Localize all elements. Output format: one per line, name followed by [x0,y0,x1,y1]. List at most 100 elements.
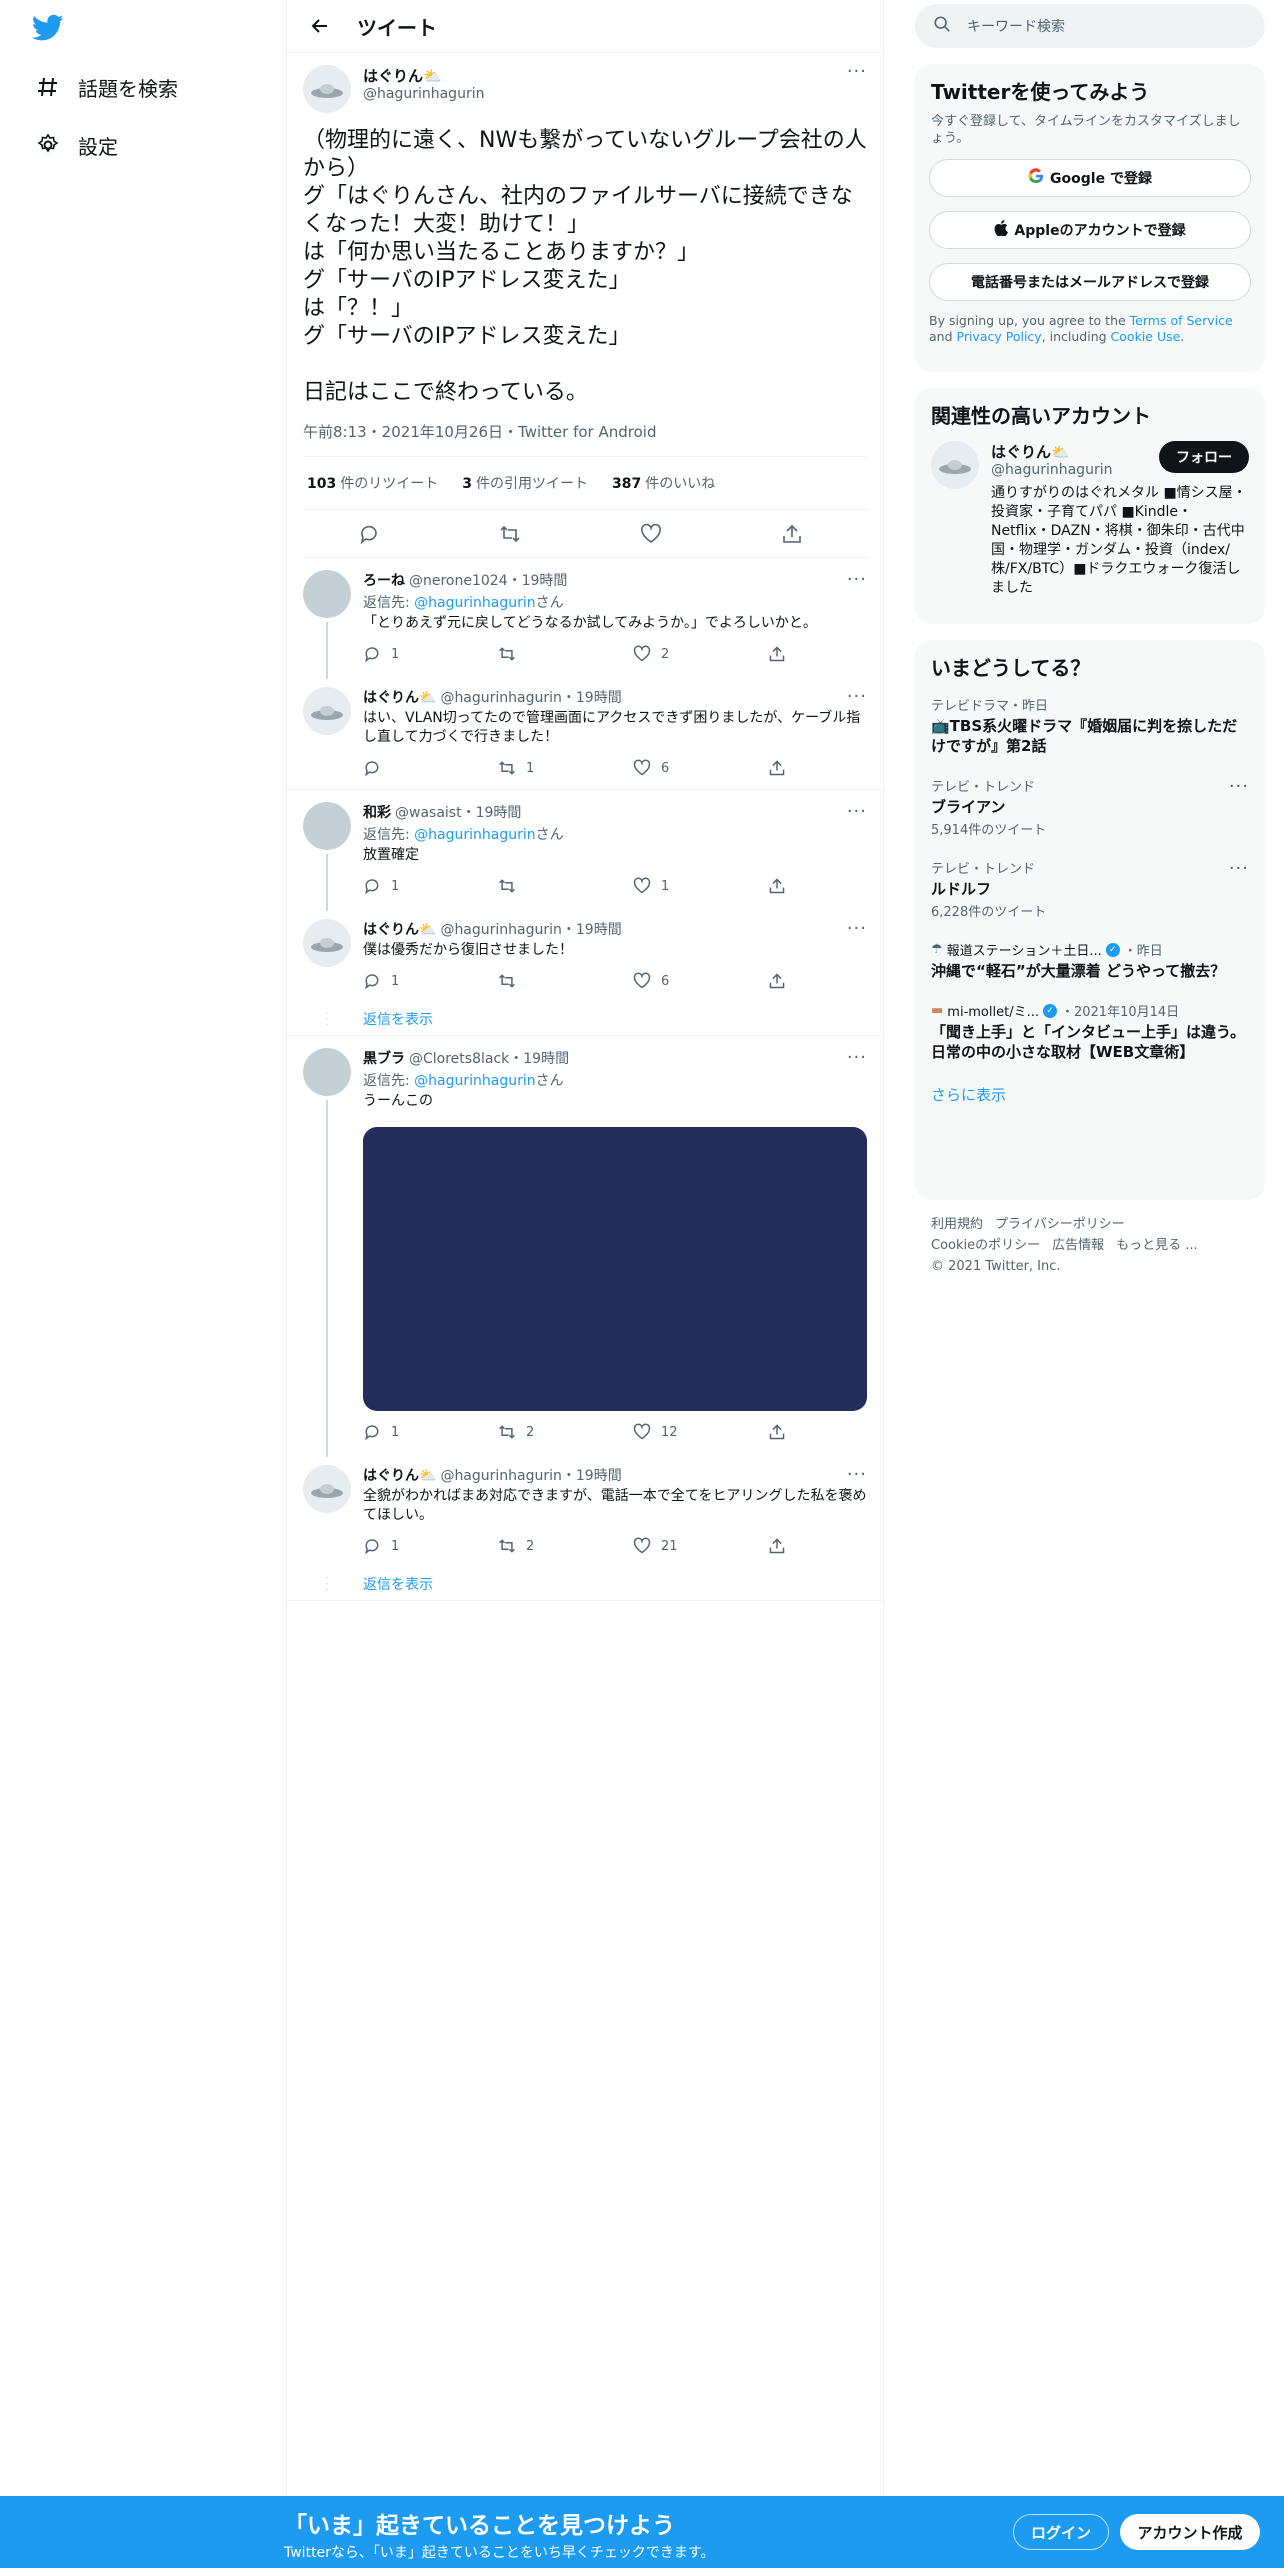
reply-tweet[interactable]: ろーね @nerone1024・19時間 ··· 返信先: @hagurinha… [287,558,883,679]
reply-icon[interactable] [358,523,390,545]
reply-tweet[interactable]: はぐりん⛅ @hagurinhagurin・19時間 ··· はい、VLAN切っ… [287,675,883,790]
like-icon[interactable]: 21 [633,1537,768,1555]
nav-explore[interactable]: 話題を検索 [34,67,178,107]
privacy-link[interactable]: Privacy Policy [957,329,1042,344]
avatar[interactable] [303,919,351,967]
like-count[interactable]: 387 件のいいね [612,473,715,493]
mention-link[interactable]: @hagurinhagurin [414,1073,535,1089]
more-options-icon[interactable]: ··· [847,571,867,589]
like-icon[interactable] [640,523,672,545]
nav-settings[interactable]: 設定 [34,125,118,165]
share-icon[interactable] [768,645,796,663]
reply-author-handle[interactable]: @nerone1024・19時間 [409,570,567,590]
reply-icon[interactable]: 1 [363,877,498,895]
more-options-icon[interactable]: ··· [847,1466,867,1484]
reply-tweet[interactable]: はぐりん⛅ @hagurinhagurin・19時間 ··· 全貌がわかればまあ… [287,1453,883,1567]
reply-tweet[interactable]: 黒ブラ @Clorets8lack・19時間 ··· 返信先: @hagurin… [287,1036,883,1457]
trend-item[interactable]: テレビ・トレンド ルドルフ 6,228件のツイート ··· [915,848,1265,930]
more-options-icon[interactable]: ··· [1229,778,1249,796]
reply-tweet[interactable]: はぐりん⛅ @hagurinhagurin・19時間 ··· 僕は優秀だから復旧… [287,907,883,1002]
avatar[interactable] [303,802,351,850]
back-arrow-icon[interactable] [303,9,337,43]
reply-icon[interactable]: 1 [363,1537,498,1555]
avatar[interactable] [303,687,351,735]
like-icon[interactable]: 12 [633,1423,768,1441]
google-signup-button[interactable]: Google で登録 [929,159,1251,197]
more-options-icon[interactable]: ··· [847,1049,867,1067]
search-input[interactable]: キーワード検索 [915,4,1265,48]
phone-email-signup-button[interactable]: 電話番号またはメールアドレスで登録 [929,263,1251,301]
apple-signup-button[interactable]: Appleのアカウントで登録 [929,211,1251,249]
share-icon[interactable] [768,877,796,895]
show-more-trends-link[interactable]: さらに表示 [915,1072,1265,1117]
cookie-link[interactable]: Cookie Use [1111,329,1181,344]
avatar[interactable] [931,441,979,489]
share-icon[interactable] [768,1537,796,1555]
trend-item[interactable]: ☂ 報道ステーション＋土日... ✓ ・昨日 沖縄で“軽石”が大量漂着 どうやって撤去… [915,930,1265,991]
footer-more-link[interactable]: もっと見る ... [1116,1238,1198,1253]
retweet-icon[interactable] [498,877,633,895]
trend-item[interactable]: テレビ・トレンド ブライアン 5,914件のツイート ··· [915,766,1265,848]
retweet-icon[interactable]: 2 [498,1423,633,1441]
more-options-icon[interactable]: ··· [847,63,867,81]
avatar[interactable] [303,1048,351,1096]
more-options-icon[interactable]: ··· [847,803,867,821]
reply-author-name[interactable]: 和彩 [363,802,391,822]
follow-button[interactable]: フォロー [1159,441,1249,473]
show-replies-label[interactable]: 返信を表示 [363,1009,433,1029]
retweet-icon[interactable] [499,523,531,545]
more-options-icon[interactable]: ··· [1229,860,1249,878]
footer-ads-link[interactable]: 広告情報 [1052,1238,1104,1253]
tweet-timestamp[interactable]: 午前8:13・2021年10月26日・Twitter for Android [303,421,867,457]
mention-link[interactable]: @hagurinhagurin [414,595,535,611]
share-icon[interactable] [768,759,796,777]
quote-count[interactable]: 3 件の引用ツイート [462,473,588,493]
reply-author-handle[interactable]: @wasaist・19時間 [395,802,521,822]
footer-cookie-link[interactable]: Cookieのポリシー [931,1238,1040,1253]
reply-author-name[interactable]: はぐりん⛅ [363,1465,436,1485]
reply-tweet[interactable]: 和彩 @wasaist・19時間 ··· 返信先: @hagurinhaguri… [287,790,883,911]
reply-author-name[interactable]: はぐりん⛅ [363,687,436,707]
like-icon[interactable]: 6 [633,972,768,990]
trend-item[interactable]: テレビドラマ・昨日 📺TBS系火曜ドラマ『婚姻届に判を捺しただけですが』第2話 [915,685,1265,766]
share-icon[interactable] [768,1423,796,1441]
attached-image[interactable] [363,1127,867,1411]
like-icon[interactable]: 6 [633,759,768,777]
more-options-icon[interactable]: ··· [847,920,867,938]
login-button[interactable]: ログイン [1013,2514,1109,2550]
reply-icon[interactable] [363,759,498,777]
retweet-icon[interactable]: 1 [498,759,633,777]
author-name[interactable]: はぐりん⛅ [363,65,847,86]
author-handle[interactable]: @hagurinhagurin [363,86,847,102]
avatar[interactable] [303,1465,351,1513]
terms-link[interactable]: Terms of Service [1130,313,1233,328]
reply-author-name[interactable]: 黒ブラ [363,1048,405,1068]
show-replies-link[interactable]: · · · 返信を表示 [287,1567,883,1601]
reply-icon[interactable]: 1 [363,1423,498,1441]
trend-item[interactable]: ▬ mi-mollet/ミ... ✓ ・2021年10月14日 「聞き上手」と「インタ… [915,991,1265,1072]
reply-author-handle[interactable]: @hagurinhagurin・19時間 [440,919,621,939]
retweet-icon[interactable]: 2 [498,1537,633,1555]
related-account-name[interactable]: はぐりん⛅ [991,441,1159,462]
reply-author-name[interactable]: はぐりん⛅ [363,919,436,939]
share-icon[interactable] [781,523,813,545]
twitter-logo-icon[interactable] [31,14,64,42]
related-account[interactable]: はぐりん⛅ @hagurinhagurin フォロー 通りすがりのはぐれメタル … [915,429,1265,610]
related-account-handle[interactable]: @hagurinhagurin [991,462,1159,478]
footer-terms-link[interactable]: 利用規約 [931,1217,983,1232]
reply-icon[interactable]: 1 [363,972,498,990]
retweet-icon[interactable] [498,645,633,663]
reply-author-handle[interactable]: @hagurinhagurin・19時間 [440,1465,621,1485]
more-options-icon[interactable]: ··· [847,688,867,706]
like-icon[interactable]: 2 [633,645,768,663]
reply-author-handle[interactable]: @Clorets8lack・19時間 [409,1048,569,1068]
reply-icon[interactable]: 1 [363,645,498,663]
reply-author-name[interactable]: ろーね [363,570,405,590]
show-replies-label[interactable]: 返信を表示 [363,1574,433,1594]
footer-privacy-link[interactable]: プライバシーポリシー [995,1217,1125,1232]
reply-author-handle[interactable]: @hagurinhagurin・19時間 [440,687,621,707]
avatar[interactable] [303,570,351,618]
avatar[interactable] [303,65,351,113]
show-replies-link[interactable]: · · · 返信を表示 [287,1002,883,1036]
retweet-icon[interactable] [498,972,633,990]
